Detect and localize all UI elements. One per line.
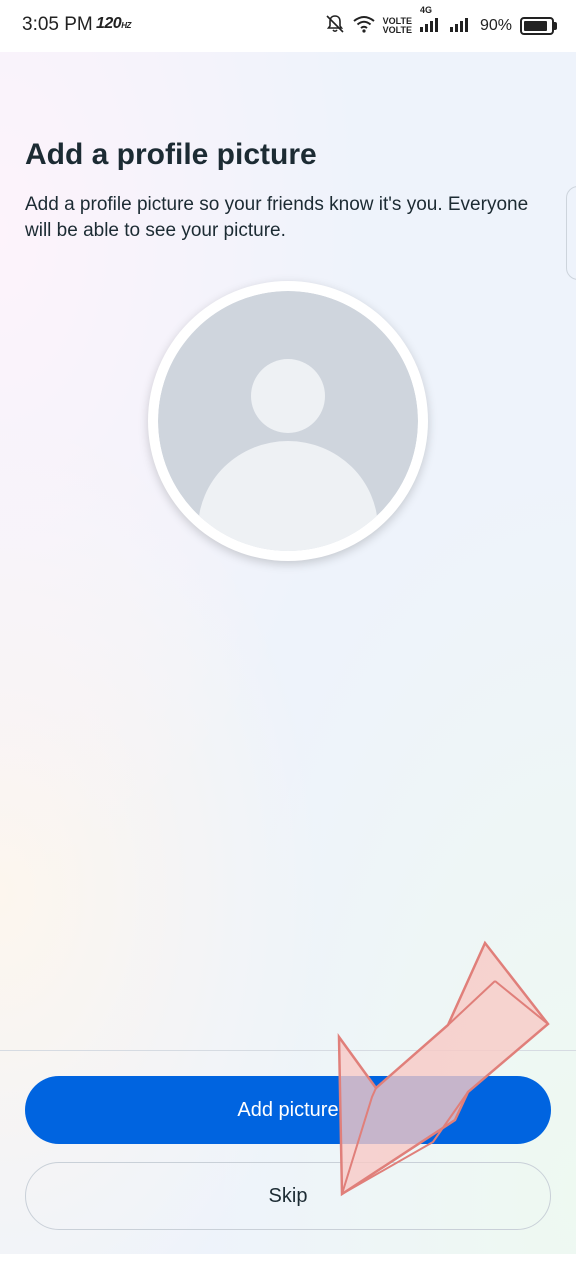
page-description: Add a profile picture so your friends kn… [25, 194, 529, 241]
battery-icon [520, 17, 557, 35]
notifications-muted-icon [325, 14, 345, 39]
edge-panel-handle[interactable] [566, 186, 576, 280]
battery-fill [524, 21, 548, 31]
navigation-bar [0, 1254, 576, 1280]
skip-button[interactable]: Skip [25, 1162, 551, 1230]
refresh-rate-indicator: 120HZ [96, 15, 131, 32]
status-icons: VOLTE VOLTE 4G 90% [325, 5, 557, 40]
profile-picture-screen: Add a profile picture Add a profile pict… [0, 52, 576, 1254]
battery-percent: 90% [479, 17, 512, 34]
add-picture-button[interactable]: Add picture [25, 1076, 551, 1144]
default-avatar-icon [158, 291, 418, 551]
wifi-icon [353, 15, 375, 38]
profile-picture-placeholder[interactable] [148, 281, 428, 561]
footer-divider [0, 1050, 576, 1051]
signal-sim1-icon: 4G [419, 5, 442, 37]
status-time: 3:05 PM [22, 14, 93, 35]
status-bar: 3:05 PM 120HZ VOLTE VOLTE 4G 90% [0, 0, 576, 52]
page-title: Add a profile picture [25, 138, 317, 171]
volte-indicator: VOLTE VOLTE [382, 16, 412, 35]
signal-sim2-icon [449, 16, 472, 37]
